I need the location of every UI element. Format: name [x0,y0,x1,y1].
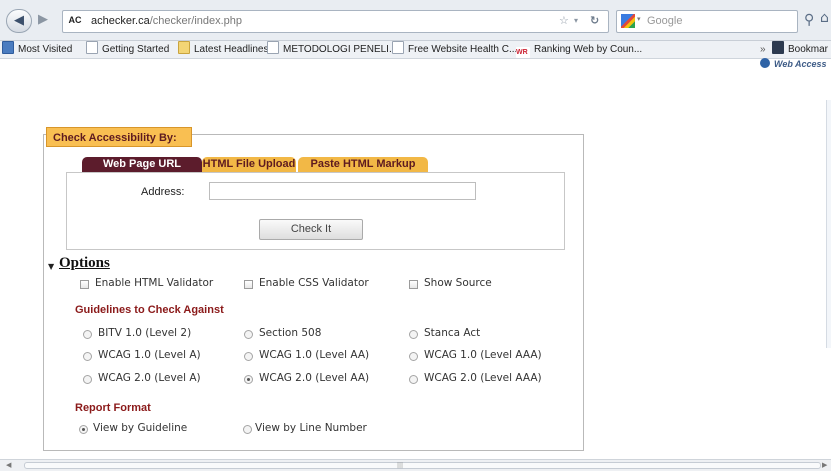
back-arrow-icon: ◀ [14,13,24,28]
back-button[interactable]: ◀ [6,9,32,33]
page-icon [392,41,404,54]
bookmark-most-visited[interactable]: Most Visited [2,41,72,58]
web-access-toolbar[interactable]: Web Access [760,58,827,69]
report-format-label[interactable]: View by Line Number [255,422,367,434]
star-bookmark-icon[interactable]: ☆ [559,13,569,29]
page-icon [86,41,98,54]
css-validator-label[interactable]: Enable CSS Validator [259,277,369,289]
google-logo-icon[interactable] [621,14,635,28]
bookmark-free-website-health[interactable]: Free Website Health C... [392,41,517,58]
guideline-label[interactable]: WCAG 1.0 (Level AAA) [424,349,542,361]
report-format-label[interactable]: View by Guideline [93,422,187,434]
address-label: Address: [141,186,185,198]
wr-logo-icon: WR [516,47,530,58]
guideline-label[interactable]: WCAG 2.0 (Level A) [98,372,201,384]
bookmarks-toolbar: Most Visited Getting Started Latest Head… [0,41,831,59]
tab-paste-html-markup[interactable]: Paste HTML Markup [298,157,428,172]
bookmarks-menu[interactable]: Bookmar [772,41,828,58]
guideline-radio-selected[interactable] [244,375,253,384]
url-text[interactable]: achecker.ca/checker/index.php [91,13,242,29]
report-format-heading: Report Format [75,402,151,414]
site-identity-badge[interactable]: AC [65,13,85,28]
horizontal-scrollbar[interactable]: ◀ ||| ▶ [0,459,831,471]
scroll-right-arrow-icon[interactable]: ▶ [822,460,827,471]
show-source-checkbox[interactable] [409,280,418,289]
globe-icon [760,58,770,68]
side-panel-edge [826,100,831,348]
search-icon[interactable]: ⚲ [804,12,814,28]
guideline-label[interactable]: BITV 1.0 (Level 2) [98,327,191,339]
collapse-arrow-icon[interactable]: ▼ [48,262,54,271]
url-domain: achecker.ca [91,15,150,27]
guideline-radio[interactable] [409,352,418,361]
bookmarks-menu-icon [772,41,784,54]
search-engine-dropdown-icon[interactable]: ▾ [637,15,641,23]
bookmarks-overflow-chevron[interactable]: » [760,41,766,58]
search-box[interactable]: ▾ Google [616,10,798,33]
guideline-radio[interactable] [83,330,92,339]
guideline-radio[interactable] [409,330,418,339]
scroll-left-arrow-icon[interactable]: ◀ [6,460,11,471]
scrollbar-grip-icon: ||| [397,462,404,469]
report-format-radio[interactable] [243,425,252,434]
search-placeholder: Google [647,15,683,27]
bookmark-ranking-web[interactable]: WR Ranking Web by Coun... [516,41,642,58]
guideline-radio[interactable] [409,375,418,384]
bookmark-getting-started[interactable]: Getting Started [86,41,169,58]
css-validator-checkbox[interactable] [244,280,253,289]
bookmark-latest-headlines[interactable]: Latest Headlines [178,41,269,58]
guideline-radio[interactable] [83,352,92,361]
most-visited-icon [2,41,14,54]
forward-arrow-icon: ▶ [38,12,48,27]
tab-html-file-upload[interactable]: HTML File Upload [202,157,296,172]
guideline-radio[interactable] [244,330,253,339]
report-format-radio-selected[interactable] [79,425,88,434]
options-toggle[interactable]: Options [59,255,110,272]
page-icon [267,41,279,54]
guideline-label[interactable]: WCAG 1.0 (Level A) [98,349,201,361]
dropdown-arrow-icon[interactable]: ▾ [574,13,578,29]
fieldset-legend: Check Accessibility By: [46,127,192,147]
reload-icon[interactable]: ↻ [590,13,599,29]
guideline-label[interactable]: WCAG 1.0 (Level AA) [259,349,369,361]
scrollbar-thumb[interactable]: ||| [24,462,821,469]
guideline-label[interactable]: WCAG 2.0 (Level AAA) [424,372,542,384]
html-validator-label[interactable]: Enable HTML Validator [95,277,213,289]
guideline-label[interactable]: WCAG 2.0 (Level AA) [259,372,369,384]
check-it-button[interactable]: Check It [259,219,363,240]
html-validator-checkbox[interactable] [80,280,89,289]
bookmark-metodologi[interactable]: METODOLOGI PENELI... [267,41,397,58]
guideline-radio[interactable] [244,352,253,361]
guideline-radio[interactable] [83,375,92,384]
guideline-label[interactable]: Stanca Act [424,327,480,339]
home-icon[interactable]: ⌂ [820,10,829,26]
tab-web-page-url[interactable]: Web Page URL [82,157,202,172]
guideline-label[interactable]: Section 508 [259,327,321,339]
url-path: /checker/index.php [149,15,243,27]
address-bar[interactable]: AC achecker.ca/checker/index.php ☆ ▾ ↻ [62,10,609,33]
guidelines-heading: Guidelines to Check Against [75,304,224,316]
show-source-label[interactable]: Show Source [424,277,492,289]
address-input[interactable] [209,182,476,200]
rss-folder-icon [178,41,190,54]
forward-button[interactable]: ▶ [33,9,53,31]
browser-toolbar: ◀ ▶ AC achecker.ca/checker/index.php ☆ ▾… [0,0,831,41]
